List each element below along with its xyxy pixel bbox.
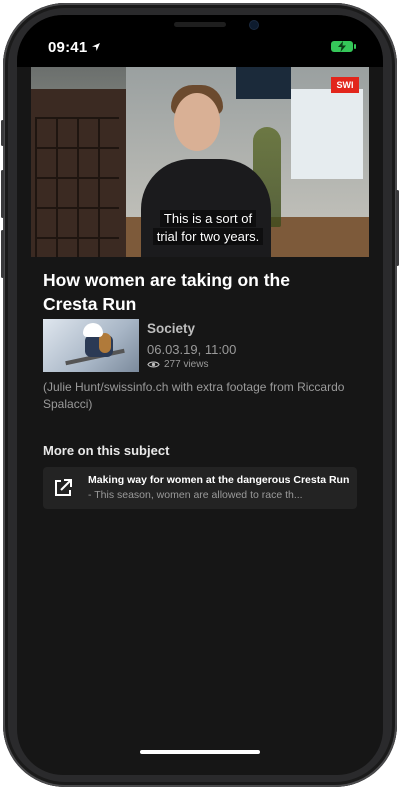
video-caption: This is a sort of trial for two years.: [141, 210, 275, 246]
related-article-title: Making way for women at the dangerous Cr…: [88, 474, 350, 486]
article-thumbnail: [43, 319, 139, 372]
more-on-subject-heading: More on this subject: [43, 443, 170, 458]
related-article-card[interactable]: Making way for women at the dangerous Cr…: [43, 467, 357, 509]
mute-switch: [1, 120, 4, 146]
eye-icon: [147, 361, 160, 368]
video-tv: [236, 67, 291, 99]
article-title: How women are taking on the Cresta Run: [43, 270, 290, 314]
video-player[interactable]: SWI This is a sort of trial for two year…: [31, 67, 369, 257]
charging-bolt-icon: [338, 41, 346, 52]
related-article-text: Making way for women at the dangerous Cr…: [88, 474, 350, 501]
location-arrow-icon: [92, 43, 100, 51]
article-category-link[interactable]: Society: [147, 321, 195, 336]
video-window: [291, 89, 363, 179]
external-link-icon: [55, 479, 72, 496]
swi-badge: SWI: [331, 77, 359, 93]
views-count: 277 views: [164, 359, 209, 370]
battery-icon: [331, 41, 356, 52]
article-views: 277 views: [147, 359, 208, 370]
screen: 09:41 SWI This is a sort of trial for tw…: [17, 15, 383, 775]
article-date: 06.03.19, 11:00: [147, 342, 237, 357]
status-time: 09:41: [48, 39, 88, 56]
volume-up-button: [1, 170, 4, 218]
caption-line-2: trial for two years.: [152, 228, 264, 245]
video-shelf: [31, 89, 126, 257]
front-camera: [250, 21, 258, 29]
caption-line-1: This is a sort of: [159, 210, 257, 227]
power-button: [396, 190, 399, 266]
volume-down-button: [1, 230, 4, 278]
video-person-head: [174, 93, 220, 151]
article-credit: (Julie Hunt/swissinfo.ch with extra foot…: [43, 380, 345, 411]
speaker-grille: [174, 22, 226, 27]
related-article-snippet: This season, women are allowed to race t…: [94, 489, 303, 501]
home-indicator[interactable]: [140, 750, 260, 754]
notch: [112, 15, 288, 45]
